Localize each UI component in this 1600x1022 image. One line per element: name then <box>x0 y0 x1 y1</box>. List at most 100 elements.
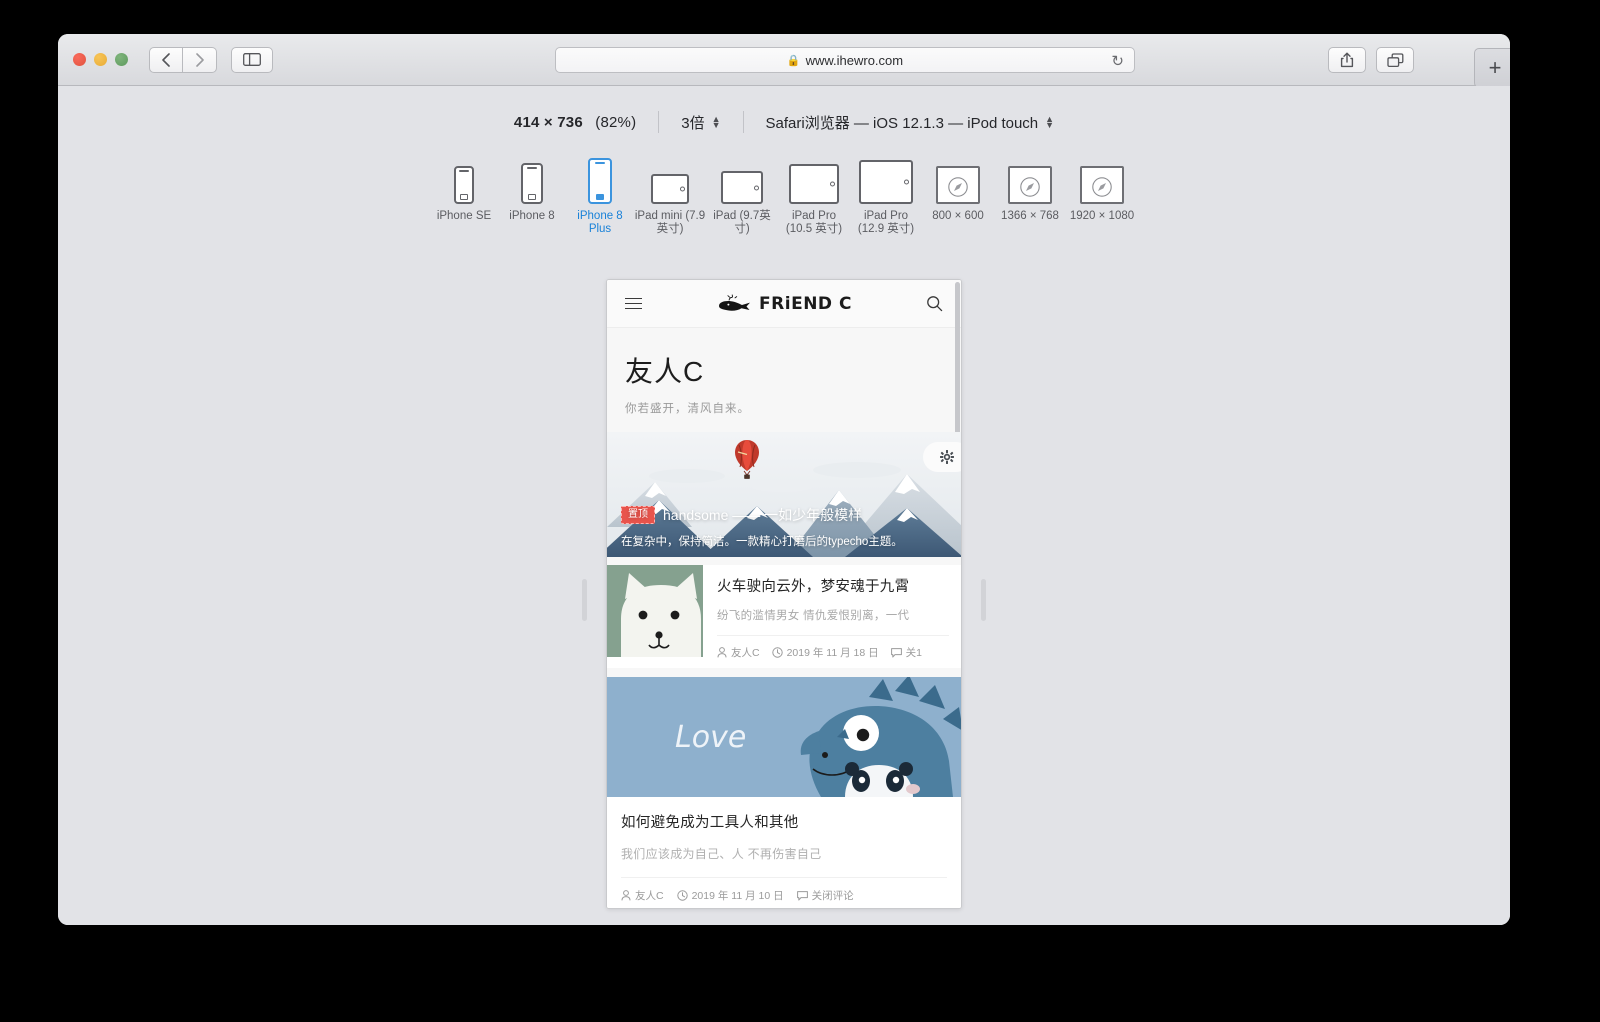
device-ipad[interactable]: iPad (9.7英寸) <box>706 154 778 236</box>
device-ipad-pro-10-5[interactable]: iPad Pro (10.5 英寸) <box>778 154 850 236</box>
phone-icon <box>454 154 474 204</box>
post-author-name: 友人C <box>731 647 760 659</box>
chevron-updown-icon: ▲ ▼ <box>1045 114 1055 130</box>
clock-icon <box>676 890 688 901</box>
website-content: FRiEND C 友人C 你若盛开，清风自来。 置顶 handsome —— 一… <box>607 280 961 908</box>
featured-post-description: 在复杂中，保持简洁。一款精心打磨后的typecho主题。 <box>621 536 903 548</box>
address-bar[interactable]: 🔒 www.ihewro.com ↻ <box>555 47 1135 73</box>
viewport-frame: FRiEND C 友人C 你若盛开，清风自来。 置顶 handsome —— 一… <box>606 279 962 909</box>
device-label: 800 × 600 <box>932 210 984 222</box>
device-label: iPhone SE <box>436 210 492 222</box>
post-content: 火车驶向云外，梦安魂于九霄 纷飞的滥情男女 情仇爱恨别离，一代 友人C 2019… <box>703 565 961 668</box>
device-label: iPad Pro (12.9 英寸) <box>857 210 915 235</box>
featured-post-banner[interactable]: 置顶 handsome —— 一如少年般模样 在复杂中，保持简洁。一款精心打磨后… <box>607 432 961 557</box>
comment-icon <box>796 890 808 900</box>
safari-window: 🔒 www.ihewro.com ↻ + 414 × 736 (82%) 3倍 … <box>58 34 1510 925</box>
browser-window-icon <box>1008 154 1052 204</box>
person-icon <box>717 647 727 658</box>
share-button[interactable] <box>1328 47 1366 73</box>
post-meta: 友人C 2019 年 11 月 18 日 关1 <box>717 635 949 660</box>
post-date-text: 2019 年 11 月 10 日 <box>691 890 784 902</box>
maximize-window-button[interactable] <box>115 53 128 66</box>
site-title: 友人C <box>625 356 705 387</box>
person-icon <box>621 890 631 901</box>
device-ipad-pro-12-9[interactable]: iPad Pro (12.9 英寸) <box>850 154 922 236</box>
safari-compass-icon <box>948 177 968 197</box>
pixel-ratio-select[interactable]: 3倍 ▲ ▼ <box>681 112 720 133</box>
post-date: 2019 年 11 月 18 日 <box>771 645 879 660</box>
back-button[interactable] <box>149 46 183 73</box>
comment-icon <box>890 647 902 657</box>
site-subtitle: 你若盛开，清风自来。 <box>625 403 750 415</box>
tablet-icon <box>859 154 913 204</box>
whale-logo-icon <box>719 293 751 311</box>
featured-post-title-row: 置顶 handsome —— 一如少年般模样 <box>621 505 949 525</box>
lock-icon: 🔒 <box>786 54 801 67</box>
post-card-list[interactable]: 火车驶向云外，梦安魂于九霄 纷飞的滥情男女 情仇爱恨别离，一代 友人C 2019… <box>607 565 961 668</box>
post-comments: 关闭评论 <box>796 888 854 903</box>
device-1920x1080[interactable]: 1920 × 1080 <box>1066 154 1138 223</box>
post-author-name: 友人C <box>635 890 664 902</box>
duplicate-tabs-icon <box>1386 52 1403 67</box>
post-meta: 友人C 2019 年 11 月 10 日 关闭评论 <box>621 877 947 903</box>
resize-handle-right[interactable] <box>981 579 986 621</box>
responsive-design-mode: 414 × 736 (82%) 3倍 ▲ ▼ Safari浏览器 — iOS 12… <box>58 86 1510 925</box>
phone-icon <box>521 154 543 204</box>
chevron-right-icon <box>195 52 204 67</box>
divider <box>742 111 744 133</box>
device-1366x768[interactable]: 1366 × 768 <box>994 154 1066 223</box>
url-text: www.ihewro.com <box>805 52 904 68</box>
gear-icon <box>940 450 954 464</box>
post-date: 2019 年 11 月 10 日 <box>676 888 784 903</box>
browser-window-icon <box>936 154 980 204</box>
user-agent-select[interactable]: Safari浏览器 — iOS 12.1.3 — iPod touch ▲ ▼ <box>766 112 1055 133</box>
post-title[interactable]: 如何避免成为工具人和其他 <box>621 811 947 832</box>
settings-button[interactable] <box>923 442 961 472</box>
device-label: iPad (9.7英寸) <box>713 210 771 235</box>
device-label: iPhone 8 <box>509 210 555 222</box>
post-comments: 关1 <box>890 645 922 660</box>
divider <box>658 111 660 133</box>
user-agent-value: Safari浏览器 — iOS 12.1.3 — iPod touch <box>765 114 1039 132</box>
tablet-icon <box>651 154 689 204</box>
chevron-left-icon <box>162 52 170 67</box>
post-title[interactable]: 火车驶向云外，梦安魂于九霄 <box>717 575 949 596</box>
tablet-icon <box>789 154 839 204</box>
reload-button[interactable]: ↻ <box>1111 52 1124 70</box>
viewport-size-control[interactable]: 414 × 736 (82%) <box>514 114 636 131</box>
dinosaur-panda-illustration-icon: Love <box>607 677 961 797</box>
device-label: iPad mini (7.9英寸) <box>634 210 706 235</box>
post-excerpt: 我们应该成为自己、人 不再伤害自己 <box>621 847 822 861</box>
site-brand[interactable]: FRiEND C <box>716 294 852 314</box>
cat-illustration-icon <box>607 565 703 657</box>
clock-icon <box>771 647 783 658</box>
resize-handle-left[interactable] <box>582 579 587 621</box>
window-controls <box>73 53 128 66</box>
show-sidebar-button[interactable] <box>231 46 273 73</box>
show-all-tabs-button[interactable] <box>1376 47 1414 73</box>
phone-icon <box>588 154 612 204</box>
new-tab-button[interactable]: + <box>1474 48 1510 88</box>
safari-compass-icon <box>1092 177 1112 197</box>
close-window-button[interactable] <box>73 53 86 66</box>
chevron-updown-icon: ▲ ▼ <box>711 114 721 130</box>
tablet-icon <box>721 154 763 204</box>
device-iphone-8[interactable]: iPhone 8 <box>498 154 566 223</box>
pixel-ratio-value: 3倍 <box>681 114 705 132</box>
hamburger-menu-icon[interactable] <box>625 297 642 310</box>
post-author: 友人C <box>717 645 760 660</box>
post-author: 友人C <box>621 888 664 903</box>
forward-button[interactable] <box>183 46 217 73</box>
post-card-cover[interactable]: Love 如何避免成为工具人和其他 我们应该成为自己、人 不再伤害自己 友人C … <box>607 677 961 908</box>
device-iphone-8-plus[interactable]: iPhone 8 Plus <box>566 154 634 236</box>
device-ipad-mini[interactable]: iPad mini (7.9英寸) <box>634 154 706 236</box>
site-brand-text: FRiEND C <box>759 293 852 314</box>
device-label: 1366 × 768 <box>1001 210 1059 222</box>
minimize-window-button[interactable] <box>94 53 107 66</box>
device-800x600[interactable]: 800 × 600 <box>922 154 994 223</box>
device-iphone-se[interactable]: iPhone SE <box>430 154 498 223</box>
post-thumbnail <box>607 565 703 657</box>
search-icon[interactable] <box>926 295 943 312</box>
browser-window-icon <box>1080 154 1124 204</box>
toolbar-right-buttons <box>1328 47 1414 73</box>
